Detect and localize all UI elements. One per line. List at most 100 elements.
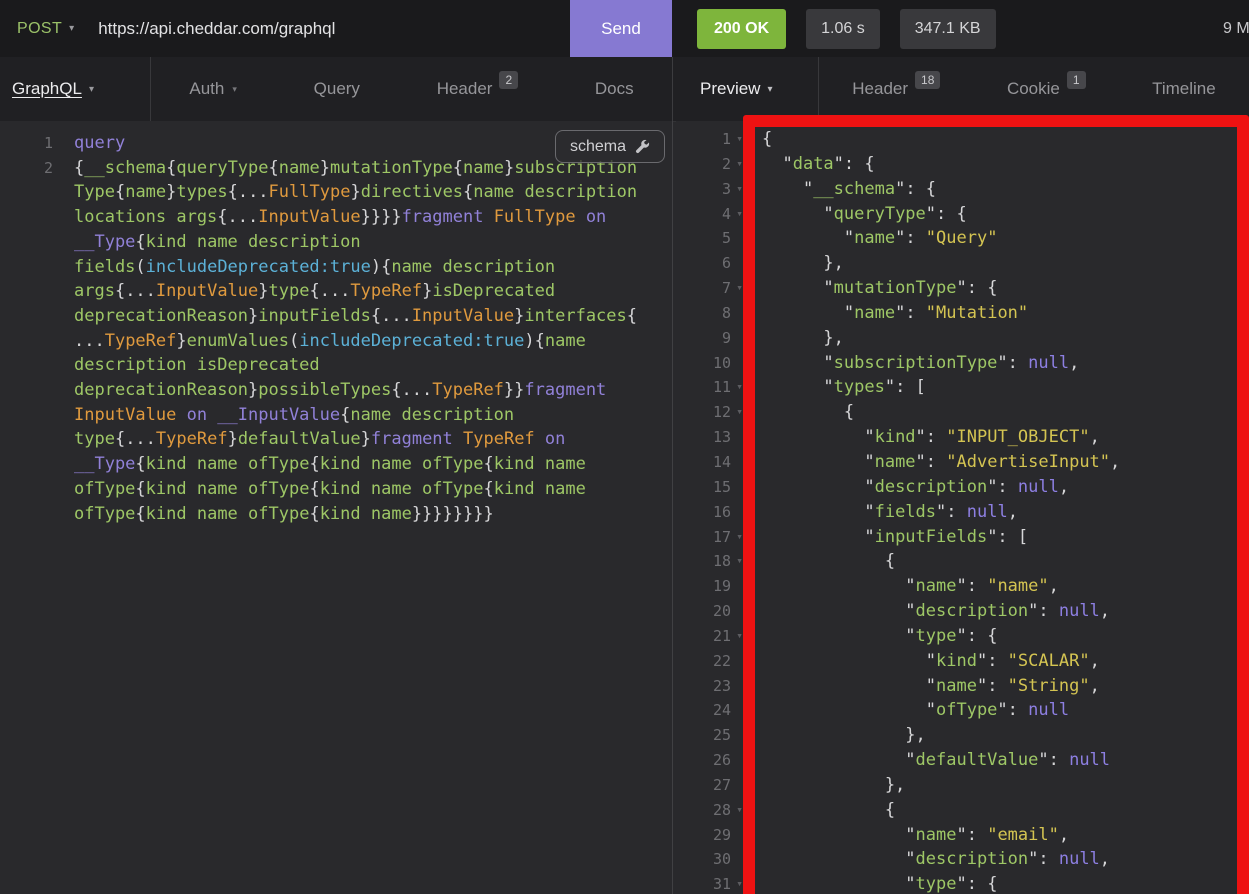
tab-header[interactable]: Header18 [846,57,946,121]
tab-header[interactable]: Header2 [431,57,524,121]
code-token: kind name [320,504,412,524]
code-token: name description [473,182,637,202]
fold-spacer [731,450,748,475]
code-token: " [762,700,936,720]
fold-arrow-icon[interactable]: ▾ [731,177,748,202]
code-text: "description": null, [762,599,1110,624]
code-token: ": [977,651,1008,671]
code-token: ": [1038,750,1069,770]
fold-spacer [731,425,748,450]
code-token: " [762,452,875,472]
line-number: 6 [676,251,731,276]
code-text: "fields": null, [762,500,1018,525]
code-token: " [762,477,875,497]
code-token: on [586,207,606,227]
code-token: interfaces [524,306,626,326]
response-code-line: 26 "defaultValue": null [676,748,1249,773]
schema-button[interactable]: schema [555,130,665,163]
code-token: fragment [402,207,494,227]
response-code-line: 28▾ { [676,798,1249,823]
tab-timeline[interactable]: Timeline [1146,57,1222,121]
tab-docs[interactable]: Docs [589,57,640,121]
code-token: " [762,204,834,224]
code-token: ": [987,477,1018,497]
response-time-badge: 1.06 s [806,9,880,49]
code-token: " [762,154,793,174]
fold-arrow-icon[interactable]: ▾ [731,400,748,425]
fold-arrow-icon[interactable]: ▾ [731,202,748,227]
code-text: InputValue on __InputValue{name descript… [74,403,514,428]
code-token: null [1028,353,1069,373]
code-token: " [762,750,916,770]
code-token: { [115,182,125,202]
fold-arrow-icon[interactable]: ▾ [731,127,748,152]
code-token: } [514,306,524,326]
fold-spacer [731,723,748,748]
fold-arrow-icon[interactable]: ▾ [731,798,748,823]
tab-cookie[interactable]: Cookie1 [1001,57,1092,121]
code-token: FullType [494,207,586,227]
tab-label: Header [852,79,908,99]
code-text: }, [762,251,844,276]
fold-arrow-icon[interactable]: ▾ [731,624,748,649]
request-bar: POST ▾ https://api.cheddar.com/graphql S… [0,0,672,57]
tab-auth[interactable]: Auth▾ [183,57,243,121]
code-token: " [762,179,813,199]
code-token: {... [115,429,156,449]
code-text: "name": "email", [762,823,1069,848]
code-text: type{...TypeRef}defaultValue}fragment Ty… [74,427,565,452]
line-number [0,502,53,527]
tab-query[interactable]: Query [308,57,366,121]
fold-arrow-icon[interactable]: ▾ [731,525,748,550]
code-token: "INPUT_OBJECT" [946,427,1089,447]
fold-arrow-icon[interactable]: ▾ [731,549,748,574]
response-code-line: 14 "name": "AdvertiseInput", [676,450,1249,475]
code-token: args [74,281,115,301]
code-token: on [545,429,565,449]
code-token: " [762,849,916,869]
code-text: "name": "Mutation" [762,301,1028,326]
code-text: {__schema{queryType{name}mutationType{na… [74,156,637,181]
chevron-down-icon: ▾ [767,84,772,95]
code-text: { [762,400,854,425]
response-code-line: 30 "description": null, [676,847,1249,872]
code-token: } [248,380,258,400]
code-token: includeDeprecated:true [146,257,371,277]
code-text: locations args{...InputValue}}}}fragment… [74,205,606,230]
line-number [0,427,53,452]
code-token: types [834,377,885,397]
fold-spacer [731,823,748,848]
code-token: kind name ofType [320,454,484,474]
code-token: , [1100,601,1110,621]
fold-arrow-icon[interactable]: ▾ [731,152,748,177]
fold-arrow-icon[interactable]: ▾ [731,872,748,894]
response-code[interactable]: 1▾{2▾ "data": {3▾ "__schema": {4▾ "query… [676,127,1249,894]
send-button[interactable]: Send [570,0,672,57]
query-code-line: Type{name}types{...FullType}directives{n… [0,180,672,205]
response-code-line: 8 "name": "Mutation" [676,301,1249,326]
code-token: __Type [74,454,135,474]
query-code[interactable]: 1query2{__schema{queryType{name}mutation… [0,131,672,526]
tab-label: Cookie [1007,79,1060,99]
code-token: , [1090,427,1100,447]
code-token: "Mutation" [926,303,1028,323]
line-number: 30 [676,847,731,872]
schema-button-label: schema [570,138,626,156]
pane-divider[interactable] [672,121,673,894]
code-token: " [762,601,916,621]
fold-arrow-icon[interactable]: ▾ [731,375,748,400]
request-tab-bar: GraphQL ▾ Auth▾ Query Header2 Docs [0,57,673,121]
method-dropdown[interactable]: POST ▾ [0,20,74,38]
query-code-line: deprecationReason}possibleTypes{...TypeR… [0,378,672,403]
response-code-line: 18▾ { [676,549,1249,574]
response-code-line: 31▾ "type": { [676,872,1249,894]
code-token: } [320,158,330,178]
tab-inner: Cookie [1007,57,1060,121]
preview-mode-dropdown[interactable]: Preview ▾ [673,57,819,121]
query-code-line: InputValue on __InputValue{name descript… [0,403,672,428]
code-token: }}}} [361,207,402,227]
body-type-dropdown[interactable]: GraphQL ▾ [0,57,151,121]
line-number [0,230,53,255]
query-code-line: description isDeprecated [0,353,672,378]
fold-arrow-icon[interactable]: ▾ [731,276,748,301]
